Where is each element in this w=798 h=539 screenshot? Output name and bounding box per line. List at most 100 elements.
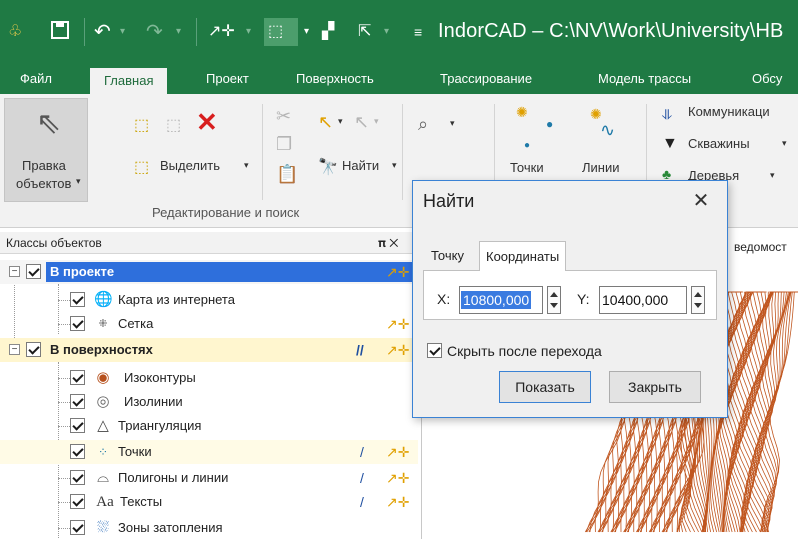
hide-after-jump-checkbox[interactable] [427, 343, 442, 358]
bring-front-icon[interactable]: ↖ [318, 112, 333, 132]
close-icon[interactable]: ✕ [689, 189, 713, 213]
x-spinner[interactable] [547, 286, 561, 314]
select-objects-icon[interactable]: ⬚ [134, 116, 149, 136]
tab-point[interactable]: Точку [425, 245, 470, 269]
add-object-icon[interactable]: ↗✛ [386, 468, 409, 488]
add-object-icon[interactable]: ↗✛ [386, 262, 409, 282]
item-checkbox[interactable] [70, 470, 85, 485]
spin-up-icon[interactable] [550, 292, 558, 297]
edit-lines-icon[interactable]: // [356, 340, 364, 360]
tree-item-isolines[interactable]: ◎ Изолинии [0, 390, 418, 414]
bring-front-dropdown-icon[interactable]: ▾ [338, 116, 343, 127]
show-button[interactable]: Показать [499, 371, 591, 403]
points-button[interactable]: Точки [510, 160, 544, 175]
paste-icon[interactable]: 📋 [276, 164, 298, 184]
save-icon[interactable] [50, 20, 70, 46]
select-tool-dropdown-icon[interactable]: ▾ [304, 20, 309, 44]
redo-icon[interactable]: ↷ [146, 20, 163, 44]
close-button[interactable]: Закрыть [609, 371, 701, 403]
tab-home[interactable]: Главная [90, 66, 168, 94]
group-checkbox[interactable] [26, 264, 41, 279]
wells-button[interactable]: Скважины [688, 136, 750, 151]
tree-group-in-project[interactable]: − В проекте ↗✛ [0, 260, 418, 284]
find-replace-icon[interactable]: ⌕ [418, 114, 428, 134]
item-checkbox[interactable] [70, 520, 85, 535]
add-point-icon[interactable]: ↗✛ [208, 20, 235, 44]
group-checkbox[interactable] [26, 342, 41, 357]
y-coordinate-input[interactable]: 10400,000 [599, 286, 687, 314]
tree-item-internet-map[interactable]: 🌐 Карта из интернета [0, 288, 418, 312]
quick-access-dropdown-icon[interactable]: ≡ [414, 20, 422, 44]
find-replace-dropdown-icon[interactable]: ▾ [450, 118, 455, 129]
y-spinner[interactable] [691, 286, 705, 314]
tab-discussion[interactable]: Обсу [752, 66, 782, 94]
multi-select-icon[interactable]: ▞ [322, 20, 334, 44]
tree-item-texts[interactable]: Aa Тексты / ↗✛ [0, 490, 418, 514]
toolbar-separator [196, 18, 197, 46]
tab-routing[interactable]: Трассирование [440, 66, 532, 94]
tree-item-grid[interactable]: ⁜ Сетка ↗✛ [0, 312, 418, 336]
tab-route-model[interactable]: Модель трассы [598, 66, 691, 94]
tree-item-points[interactable]: ⁘ Точки / ↗✛ [0, 440, 418, 464]
tab-file[interactable]: Файл [20, 66, 52, 94]
edit-icon[interactable]: / [360, 492, 364, 512]
edit-icon[interactable]: / [360, 468, 364, 488]
item-checkbox[interactable] [70, 370, 85, 385]
tree-group-in-surfaces[interactable]: − В поверхностях // ↗✛ [0, 338, 418, 362]
tree-group-label: В проекте [46, 262, 412, 282]
map-tab-label[interactable]: ведомост [734, 240, 787, 254]
text-icon: Aa [96, 494, 114, 510]
add-object-icon[interactable]: ↗✛ [386, 340, 409, 360]
spin-down-icon[interactable] [694, 303, 702, 308]
undo-dropdown-icon[interactable]: ▾ [120, 20, 125, 44]
add-object-icon[interactable]: ↗✛ [386, 314, 409, 334]
item-checkbox[interactable] [70, 316, 85, 331]
lines-button[interactable]: Линии [582, 160, 620, 175]
undo-icon[interactable]: ↶ [94, 20, 111, 44]
tree-item-isocontours[interactable]: ◉ Изоконтуры [0, 366, 418, 390]
send-back-dropdown-icon[interactable]: ▾ [374, 116, 379, 127]
tree-item-flood-zones[interactable]: ⛆ Зоны затопления [0, 516, 418, 539]
select-button[interactable]: Выделить [160, 158, 220, 173]
collapse-icon[interactable]: − [9, 344, 20, 355]
spin-down-icon[interactable] [550, 303, 558, 308]
delete-icon[interactable]: ✕ [196, 109, 218, 135]
item-checkbox[interactable] [70, 394, 85, 409]
tab-surface[interactable]: Поверхность [296, 66, 374, 94]
tab-project[interactable]: Проект [206, 66, 249, 94]
trees-dropdown-icon[interactable]: ▾ [770, 170, 775, 181]
tree-item-label: Тексты [120, 494, 163, 509]
send-back-icon[interactable]: ↖ [354, 112, 369, 132]
find-button[interactable]: Найти [342, 158, 379, 173]
edit-icon[interactable]: / [360, 442, 364, 462]
triangulation-icon: △ [97, 417, 109, 434]
lines-icon-curve: ∿ [600, 120, 616, 140]
wells-dropdown-icon[interactable]: ▾ [782, 138, 787, 149]
edit-objects-label-1: Правка [22, 158, 66, 173]
points-icon: ⁘ [97, 445, 109, 459]
collapse-icon[interactable]: − [9, 266, 20, 277]
cut-icon[interactable]: ✂ [276, 106, 291, 126]
add-point-dropdown-icon[interactable]: ▾ [246, 20, 251, 44]
add-object-icon[interactable]: ↗✛ [386, 492, 409, 512]
add-object-icon[interactable]: ↗✛ [386, 442, 409, 462]
copy-icon[interactable]: ❐ [276, 134, 292, 154]
item-checkbox[interactable] [70, 418, 85, 433]
item-checkbox[interactable] [70, 292, 85, 307]
item-checkbox[interactable] [70, 444, 85, 459]
tree-item-triangulation[interactable]: △ Триангуляция [0, 414, 418, 438]
spin-up-icon[interactable] [694, 292, 702, 297]
panel-pin-close-icons[interactable]: 𝛑 ✕ [378, 232, 398, 254]
tab-coordinates[interactable]: Координаты [479, 241, 567, 271]
item-checkbox[interactable] [70, 494, 85, 509]
find-dropdown-icon[interactable]: ▾ [392, 160, 397, 171]
pointer-dropdown-icon[interactable]: ▾ [384, 20, 389, 44]
select-dropdown-icon[interactable]: ▾ [244, 160, 249, 171]
redo-dropdown-icon[interactable]: ▾ [176, 20, 181, 44]
select-tool-icon[interactable]: ⬚ [268, 20, 283, 44]
select-region-icon[interactable]: ⬚ [166, 116, 181, 136]
pointer-icon[interactable]: ⇱ [358, 20, 371, 44]
app-logo-icon[interactable]: ♧ [8, 20, 22, 44]
communications-button[interactable]: Коммуникаци [688, 104, 770, 119]
tree-item-polygons-lines[interactable]: ⌓ Полигоны и линии / ↗✛ [0, 466, 418, 490]
